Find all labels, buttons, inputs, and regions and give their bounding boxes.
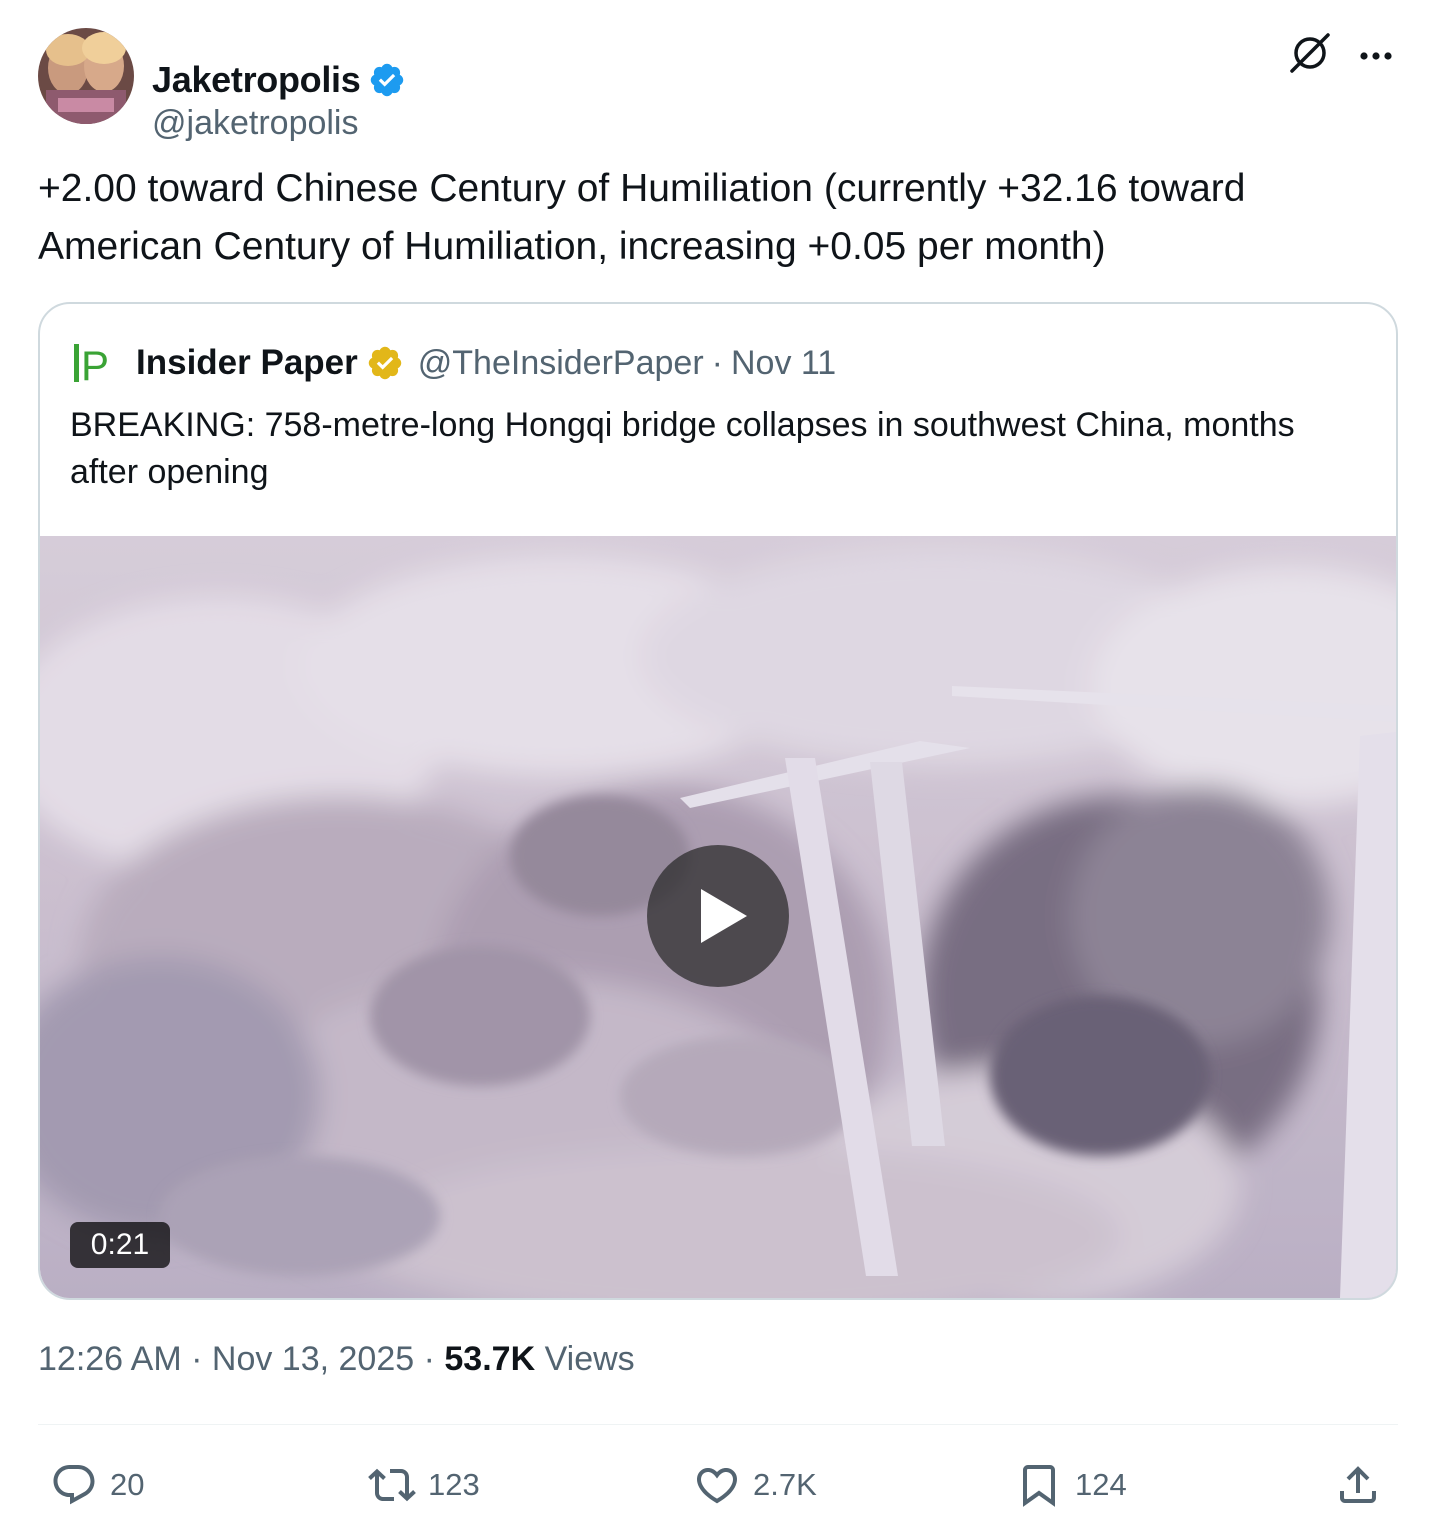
bookmark-count: 124 <box>1075 1467 1127 1502</box>
repost-count: 123 <box>428 1467 480 1502</box>
views-count: 53.7K <box>444 1340 536 1378</box>
author-name[interactable]: Jaketropolis <box>152 59 361 101</box>
separator-dot: · <box>423 1340 435 1378</box>
divider <box>38 1424 1398 1425</box>
video-duration: 0:21 <box>70 1222 170 1268</box>
action-bar: 20 123 2.7K 124 <box>38 1450 1398 1520</box>
play-icon <box>701 889 747 943</box>
verified-badge-icon <box>368 61 406 99</box>
tweet-meta: 12:26 AM · Nov 13, 2025 · 53.7K Views <box>38 1340 635 1379</box>
separator-dot: · <box>191 1340 203 1378</box>
reply-button[interactable]: 20 <box>50 1460 144 1510</box>
tweet-header: Jaketropolis @jaketropolis <box>38 28 1398 142</box>
author-handle[interactable]: @jaketropolis <box>152 104 359 143</box>
like-icon <box>696 1468 738 1504</box>
bookmark-icon <box>1023 1465 1055 1507</box>
reply-icon <box>53 1465 95 1505</box>
repost-icon <box>368 1468 416 1502</box>
verified-badge-icon <box>366 344 404 382</box>
play-button[interactable] <box>647 845 789 987</box>
tweet-text: +2.00 toward Chinese Century of Humiliat… <box>38 167 1246 268</box>
quoted-tweet-text: BREAKING: 758-metre-long Hongqi bridge c… <box>70 406 1295 491</box>
quoted-avatar-logo[interactable]: P <box>70 340 122 389</box>
grok-icon[interactable] <box>1288 31 1332 75</box>
reply-count: 20 <box>110 1467 145 1502</box>
tweet-date[interactable]: Nov 13, 2025 <box>212 1340 414 1378</box>
like-count: 2.7K <box>753 1467 817 1502</box>
more-icon[interactable] <box>1356 36 1396 76</box>
quoted-date[interactable]: Nov 11 <box>731 344 836 383</box>
share-icon <box>1340 1466 1376 1503</box>
tweet-time[interactable]: 12:26 AM <box>38 1340 182 1378</box>
quoted-tweet-card[interactable]: P Insider Paper @TheInsiderPaper · Nov 1… <box>38 302 1398 1300</box>
views-label: Views <box>544 1340 635 1378</box>
bookmark-button[interactable]: 124 <box>1015 1460 1127 1510</box>
avatar[interactable] <box>38 28 134 124</box>
share-button[interactable] <box>1334 1460 1382 1510</box>
quoted-tweet-header: P Insider Paper @TheInsiderPaper · Nov 1… <box>70 338 836 389</box>
like-button[interactable]: 2.7K <box>693 1460 817 1510</box>
separator-dot: · <box>711 343 723 382</box>
svg-text:P: P <box>81 342 109 386</box>
quoted-author-handle[interactable]: @TheInsiderPaper <box>418 344 704 383</box>
video-player[interactable]: 0:21 <box>40 536 1396 1298</box>
author-name-row: Jaketropolis <box>152 58 406 102</box>
quoted-author-name[interactable]: Insider Paper <box>136 343 358 383</box>
repost-button[interactable]: 123 <box>368 1460 480 1510</box>
